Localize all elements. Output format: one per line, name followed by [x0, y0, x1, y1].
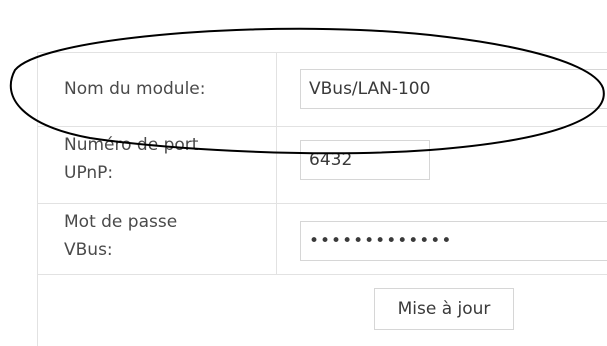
annotation-ellipse — [9, 27, 605, 155]
settings-panel: Nom du module: VBus/LAN-100 Numéro de po… — [0, 0, 607, 346]
